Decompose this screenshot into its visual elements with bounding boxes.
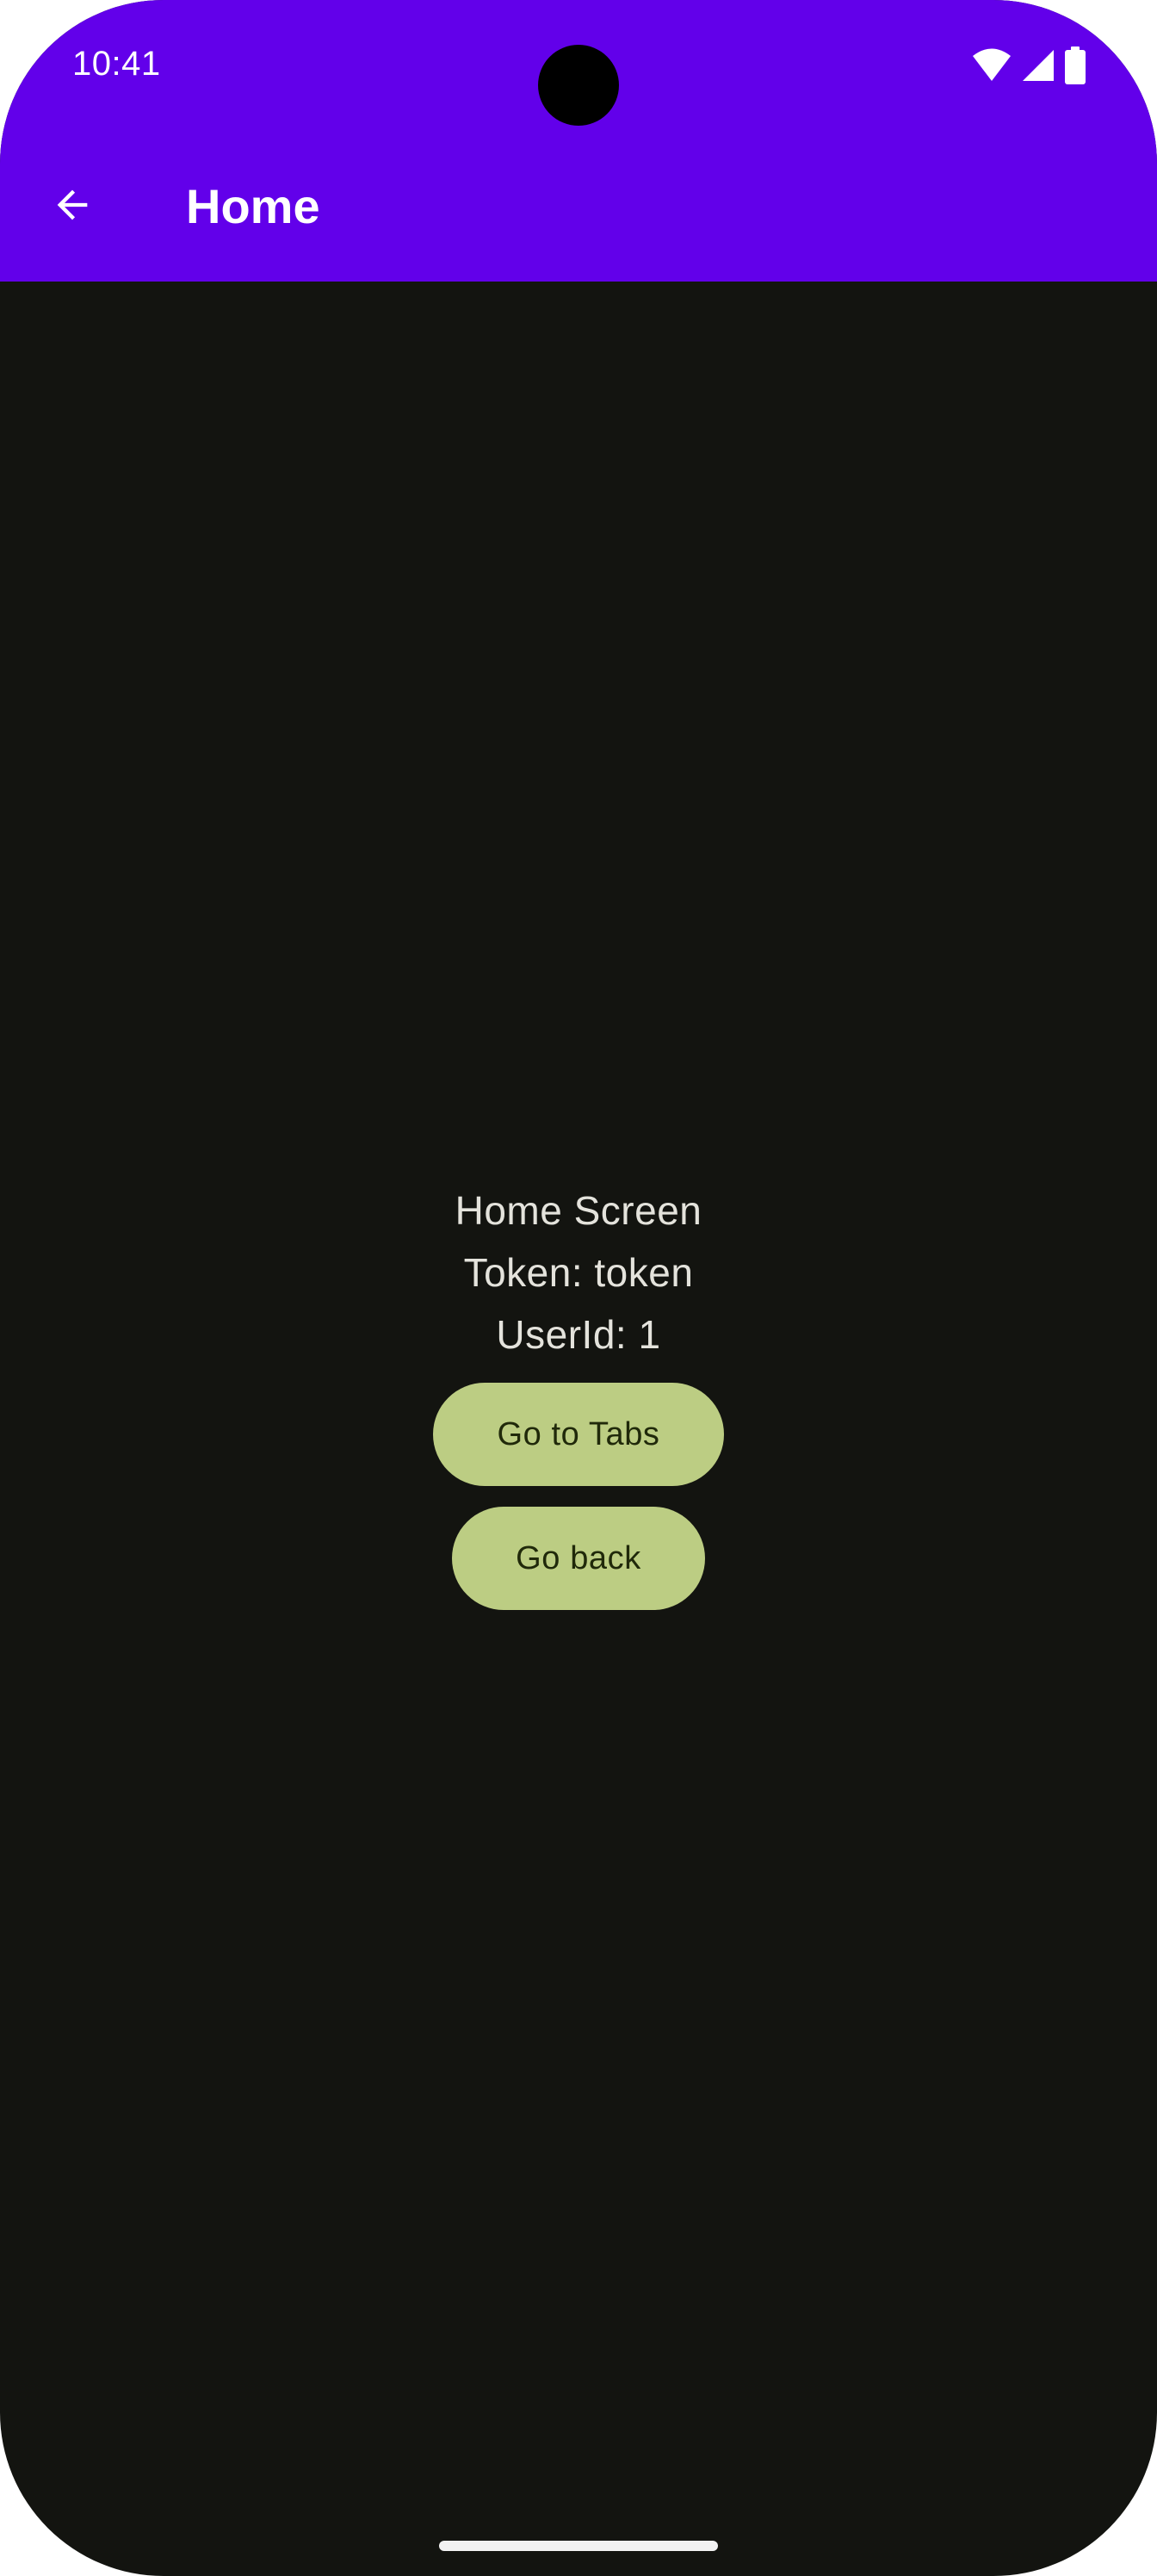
status-icons bbox=[971, 46, 1086, 84]
camera-cutout bbox=[538, 45, 619, 126]
wifi-icon bbox=[971, 46, 1012, 84]
app-bar: 10:41 Home bbox=[0, 0, 1157, 282]
userid-text: UserId: 1 bbox=[496, 1312, 661, 1357]
token-text: Token: token bbox=[463, 1250, 694, 1295]
arrow-back-icon bbox=[50, 183, 95, 232]
gesture-handle[interactable] bbox=[439, 2541, 718, 2551]
go-to-tabs-button[interactable]: Go to Tabs bbox=[433, 1383, 724, 1486]
screen-heading: Home Screen bbox=[455, 1188, 702, 1233]
status-time: 10:41 bbox=[72, 45, 161, 83]
phone-screen: 10:41 Home Home Screen Token: token User… bbox=[0, 0, 1157, 2576]
main-content: Home Screen Token: token UserId: 1 Go to… bbox=[0, 1180, 1157, 1610]
back-button[interactable] bbox=[38, 172, 107, 241]
battery-icon bbox=[1064, 46, 1086, 84]
signal-icon bbox=[1021, 46, 1055, 84]
page-title: Home bbox=[186, 179, 320, 233]
go-back-button[interactable]: Go back bbox=[452, 1507, 705, 1610]
